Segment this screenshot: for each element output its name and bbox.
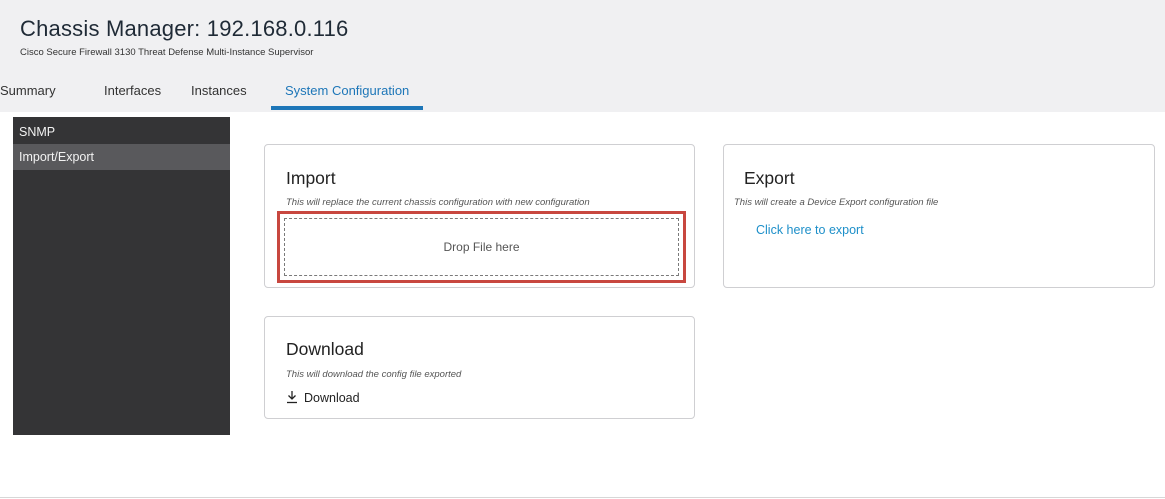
page-subtitle: Cisco Secure Firewall 3130 Threat Defens…	[20, 47, 314, 58]
page-title: Chassis Manager: 192.168.0.116	[20, 16, 349, 41]
export-title: Export	[744, 168, 795, 188]
import-description: This will replace the current chassis co…	[286, 197, 590, 208]
download-description: This will download the config file expor…	[286, 369, 462, 380]
sidebar-item-import-export[interactable]: Import/Export	[13, 144, 230, 170]
page-header: Chassis Manager: 192.168.0.116 Cisco Sec…	[0, 0, 1165, 112]
sidebar: SNMP Import/Export	[13, 117, 230, 435]
tab-instances[interactable]: Instances	[191, 80, 247, 110]
import-title: Import	[286, 168, 336, 188]
download-icon	[286, 390, 304, 407]
download-card: Download This will download the config f…	[264, 316, 695, 419]
footer-divider	[0, 497, 1165, 498]
import-card: Import This will replace the current cha…	[264, 144, 695, 288]
dropzone-highlight: Drop File here	[277, 211, 686, 283]
export-description: This will create a Device Export configu…	[734, 197, 939, 208]
tab-interfaces[interactable]: Interfaces	[104, 80, 161, 110]
sidebar-item-snmp[interactable]: SNMP	[13, 119, 230, 145]
tab-summary[interactable]: Summary	[0, 80, 56, 110]
dropzone-label: Drop File here	[443, 240, 520, 254]
download-title: Download	[286, 339, 364, 359]
export-card: Export This will create a Device Export …	[723, 144, 1155, 288]
tab-system-configuration[interactable]: System Configuration	[270, 80, 424, 110]
export-link[interactable]: Click here to export	[756, 222, 864, 238]
download-button[interactable]: Download	[286, 389, 360, 407]
file-dropzone[interactable]: Drop File here	[284, 218, 679, 276]
download-button-label: Download	[304, 391, 360, 405]
